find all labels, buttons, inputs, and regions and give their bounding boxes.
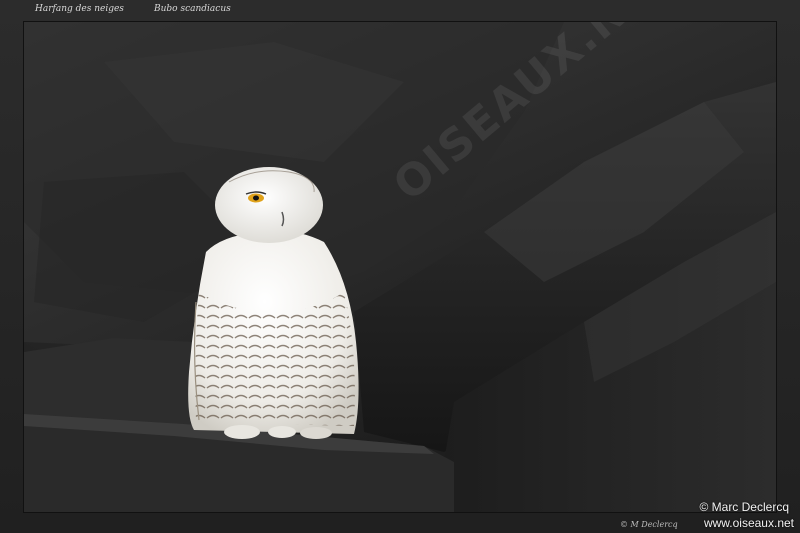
small-credit: © M Declercq xyxy=(620,520,678,529)
photo-scene xyxy=(24,22,776,512)
author-credit: © Marc Declercq xyxy=(699,500,789,514)
site-credit: www.oiseaux.net xyxy=(703,516,794,530)
species-common-name: Harfang des neiges xyxy=(35,4,124,14)
owl-photo: OISEAUX.NET xyxy=(24,22,776,512)
species-latin-name: Bubo scandiacus xyxy=(154,4,231,14)
